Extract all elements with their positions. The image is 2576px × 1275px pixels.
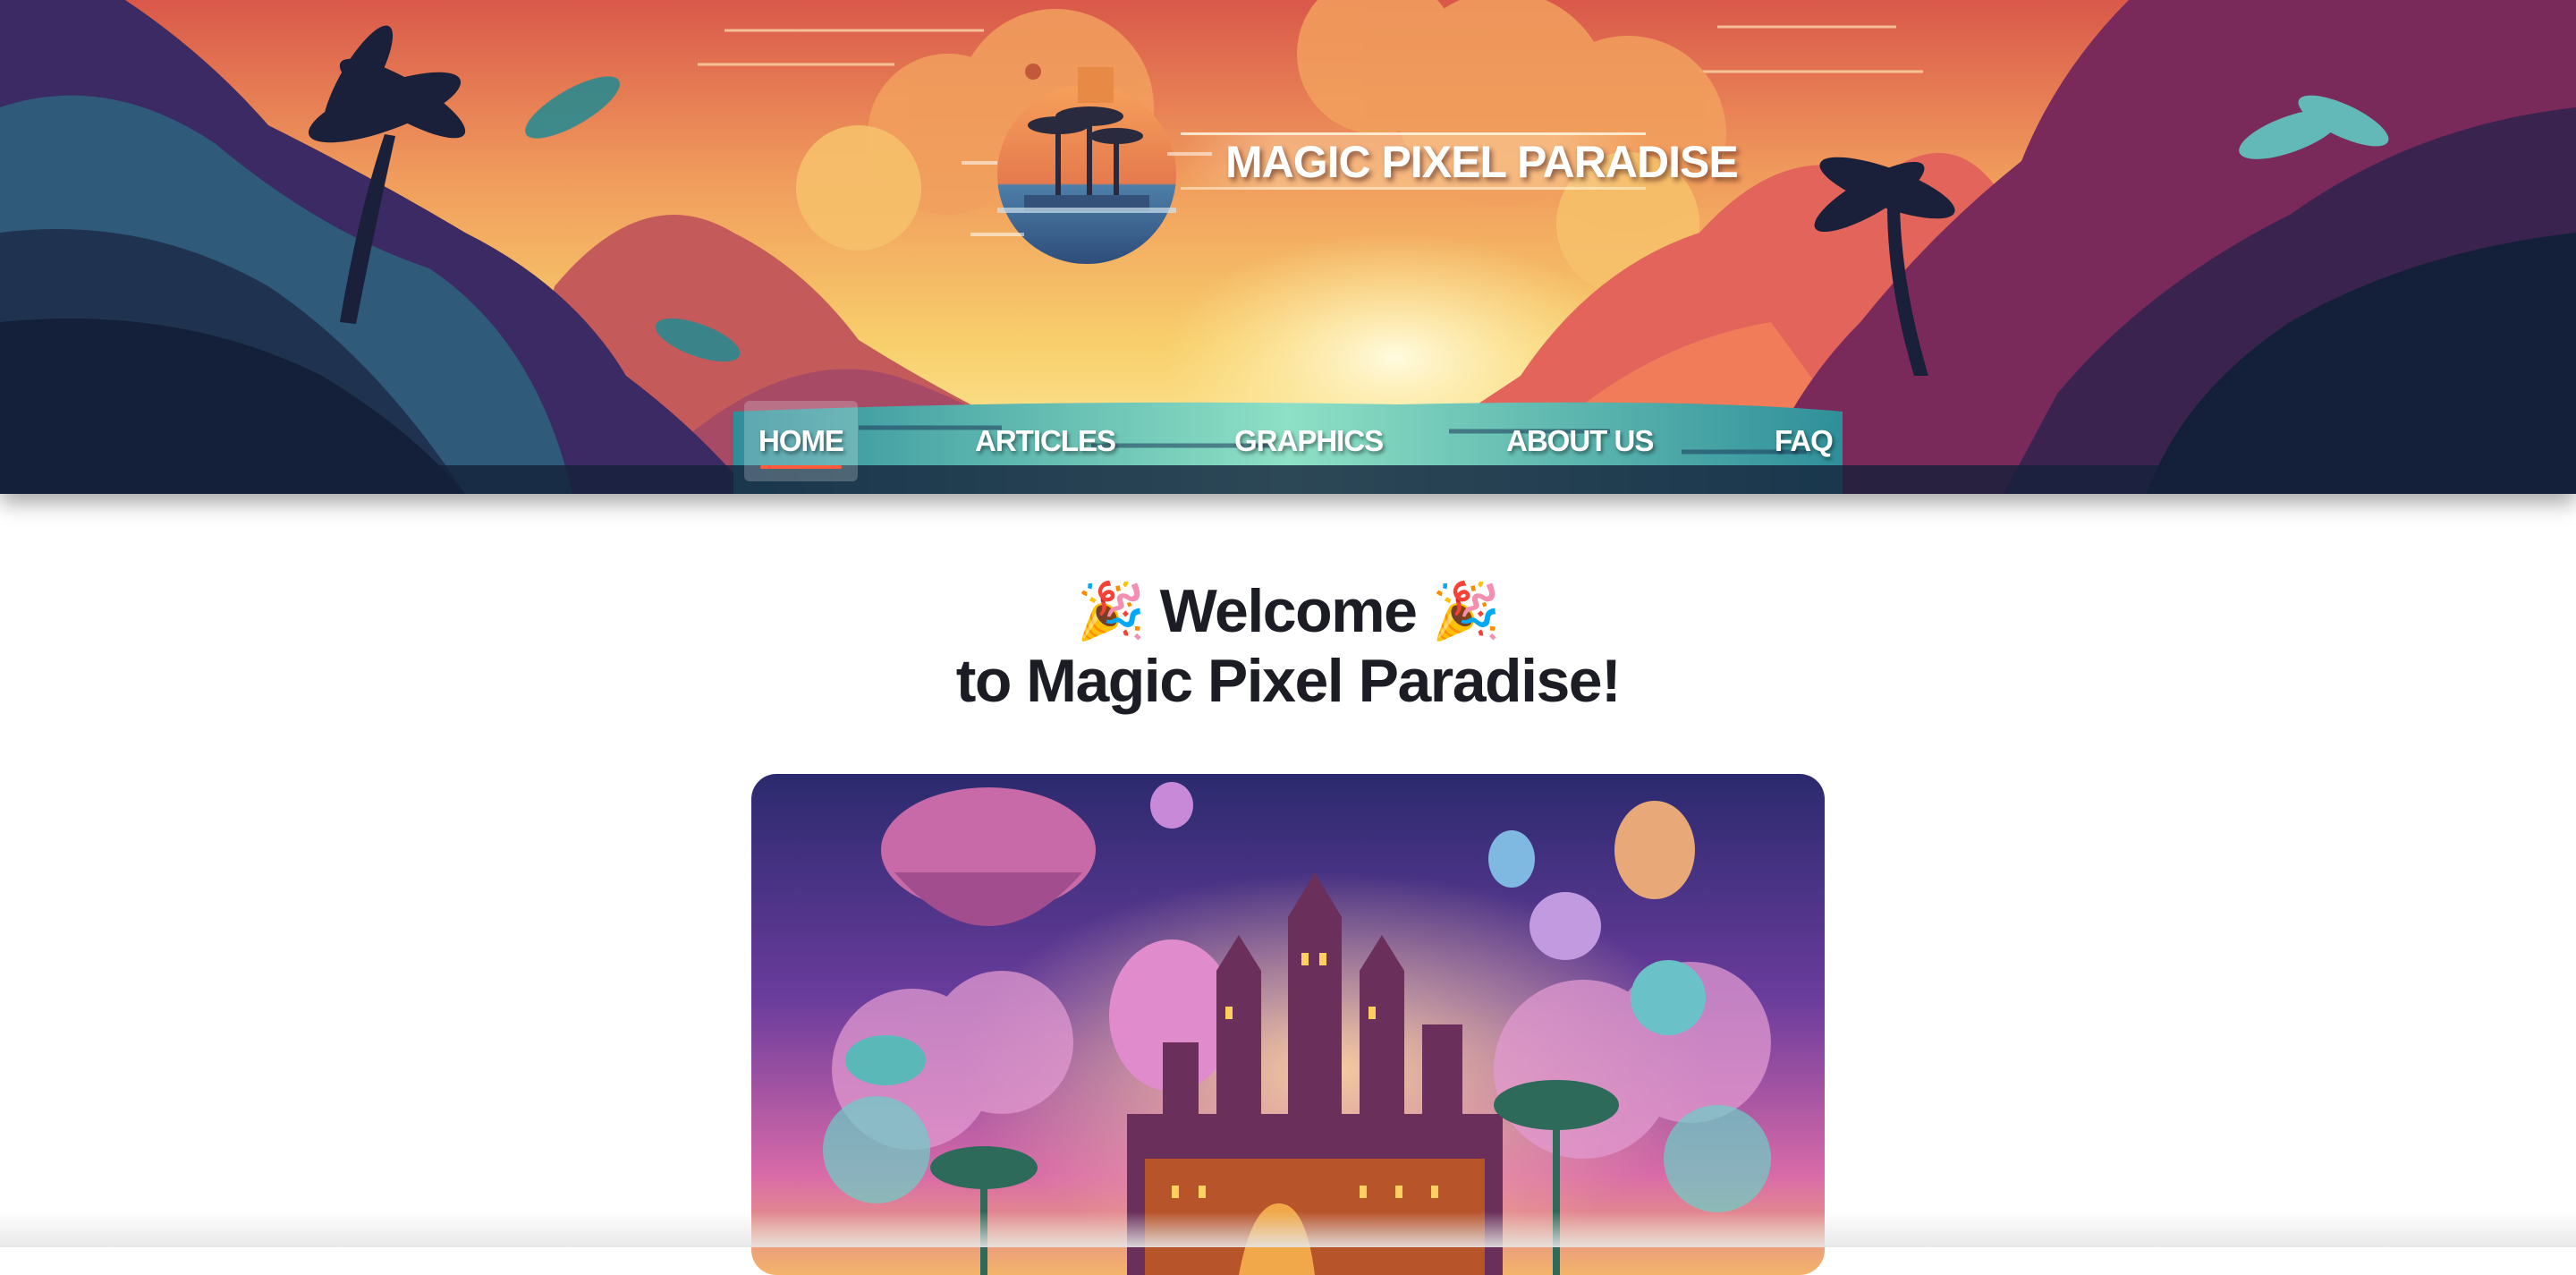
nav-item-home[interactable]: HOME	[744, 401, 858, 481]
site-header: MAGIC PIXEL PARADISE HOME ARTICLES GRAPH…	[0, 0, 2576, 494]
nav-item-articles[interactable]: ARTICLES	[961, 401, 1130, 481]
welcome-line-1: Welcome	[1160, 577, 1417, 645]
nav-item-about-us[interactable]: ABOUT US	[1492, 401, 1667, 481]
fantasy-castle-balloons-illustration	[751, 774, 1825, 1275]
nav-item-faq[interactable]: FAQ	[1760, 401, 1847, 481]
party-popper-icon: 🎉	[1076, 578, 1144, 643]
nav-item-graphics[interactable]: GRAPHICS	[1220, 401, 1397, 481]
main-navigation: HOME ARTICLES GRAPHICS ABOUT US FAQ	[0, 401, 2576, 469]
welcome-line-2: to Magic Pixel Paradise!	[956, 647, 1621, 715]
party-popper-icon: 🎉	[1432, 578, 1500, 643]
bottom-shadow	[0, 1211, 2576, 1247]
site-title[interactable]: MAGIC PIXEL PARADISE	[1225, 136, 1738, 188]
hero-image	[751, 774, 1825, 1275]
welcome-heading: 🎉 Welcome 🎉 to Magic Pixel Paradise!	[0, 576, 2576, 716]
main-content: 🎉 Welcome 🎉 to Magic Pixel Paradise!	[0, 494, 2576, 1247]
